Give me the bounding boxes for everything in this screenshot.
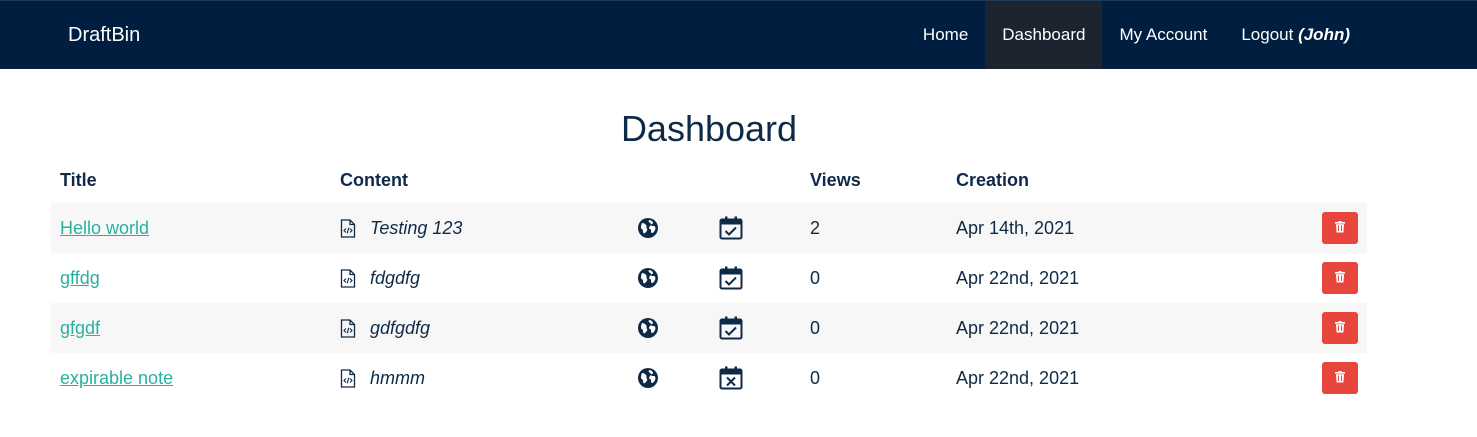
title-cell: gffdg bbox=[60, 253, 330, 303]
note-title-link[interactable]: gffdg bbox=[60, 268, 100, 289]
calendar-check-icon bbox=[719, 266, 743, 290]
code-file-icon bbox=[340, 218, 356, 238]
notes-table: Title Content Views Creation Hello world… bbox=[51, 158, 1367, 403]
table-row: expirable note hmmm 0 Apr 22nd, 2021 bbox=[51, 353, 1367, 403]
content-cell: fdgdfg bbox=[340, 253, 630, 303]
nav-home[interactable]: Home bbox=[906, 1, 985, 69]
table-row: Hello world Testing 123 2 Apr 14th, 2021 bbox=[51, 203, 1367, 253]
trash-icon bbox=[1335, 220, 1345, 236]
views-count: 0 bbox=[810, 367, 821, 388]
creation-date: Apr 22nd, 2021 bbox=[956, 267, 1080, 288]
header-content: Content bbox=[340, 170, 408, 190]
content-cell: Testing 123 bbox=[340, 203, 630, 253]
calendar-check-icon bbox=[719, 316, 743, 340]
code-file-icon bbox=[340, 268, 356, 288]
header-title: Title bbox=[60, 170, 97, 190]
content-cell: gdfgdfg bbox=[340, 303, 630, 353]
trash-icon bbox=[1335, 270, 1345, 286]
delete-button[interactable] bbox=[1322, 362, 1358, 394]
table-header-row: Title Content Views Creation bbox=[51, 158, 1367, 203]
title-cell: expirable note bbox=[60, 353, 330, 403]
content-preview: hmmm bbox=[370, 367, 425, 388]
views-count: 0 bbox=[810, 267, 821, 288]
globe-icon bbox=[637, 267, 659, 289]
content-preview: fdgdfg bbox=[370, 267, 421, 288]
table-row: gfgdf gdfgdfg 0 Apr 22nd, 2021 bbox=[51, 303, 1367, 353]
logout-label: Logout bbox=[1241, 25, 1294, 44]
creation-date: Apr 22nd, 2021 bbox=[956, 367, 1080, 388]
delete-button[interactable] bbox=[1322, 212, 1358, 244]
nav-logout[interactable]: Logout (John) bbox=[1224, 1, 1367, 69]
title-cell: gfgdf bbox=[60, 303, 330, 353]
nav-my-account[interactable]: My Account bbox=[1102, 1, 1224, 69]
globe-icon bbox=[637, 317, 659, 339]
table-body: Hello world Testing 123 2 Apr 14th, 2021… bbox=[51, 203, 1367, 403]
note-title-link[interactable]: Hello world bbox=[60, 218, 149, 239]
logout-username: (John) bbox=[1298, 25, 1350, 44]
code-file-icon bbox=[340, 368, 356, 388]
nav-dashboard[interactable]: Dashboard bbox=[985, 1, 1103, 69]
delete-button[interactable] bbox=[1322, 312, 1358, 344]
delete-button[interactable] bbox=[1322, 262, 1358, 294]
content-preview: Testing 123 bbox=[370, 217, 463, 238]
header-views: Views bbox=[810, 170, 861, 190]
nav-links: Home Dashboard My Account Logout (John) bbox=[906, 1, 1367, 69]
trash-icon bbox=[1335, 370, 1345, 386]
title-cell: Hello world bbox=[60, 203, 330, 253]
header-creation: Creation bbox=[956, 170, 1030, 190]
navbar: DraftBin Home Dashboard My Account Logou… bbox=[0, 0, 1477, 69]
creation-date: Apr 14th, 2021 bbox=[956, 217, 1075, 238]
creation-date: Apr 22nd, 2021 bbox=[956, 317, 1080, 338]
calendar-check-icon bbox=[719, 216, 743, 240]
note-title-link[interactable]: gfgdf bbox=[60, 318, 100, 339]
code-file-icon bbox=[340, 318, 356, 338]
content-cell: hmmm bbox=[340, 353, 630, 403]
views-count: 0 bbox=[810, 317, 821, 338]
calendar-x-icon bbox=[719, 366, 743, 390]
page-title: Dashboard bbox=[620, 108, 798, 149]
note-title-link[interactable]: expirable note bbox=[60, 368, 173, 389]
table-row: gffdg fdgdfg 0 Apr 22nd, 2021 bbox=[51, 253, 1367, 303]
globe-icon bbox=[637, 367, 659, 389]
content-preview: gdfgdfg bbox=[370, 317, 431, 338]
views-count: 2 bbox=[810, 217, 821, 238]
trash-icon bbox=[1335, 320, 1345, 336]
brand-logo[interactable]: DraftBin bbox=[68, 1, 140, 69]
globe-icon bbox=[637, 217, 659, 239]
